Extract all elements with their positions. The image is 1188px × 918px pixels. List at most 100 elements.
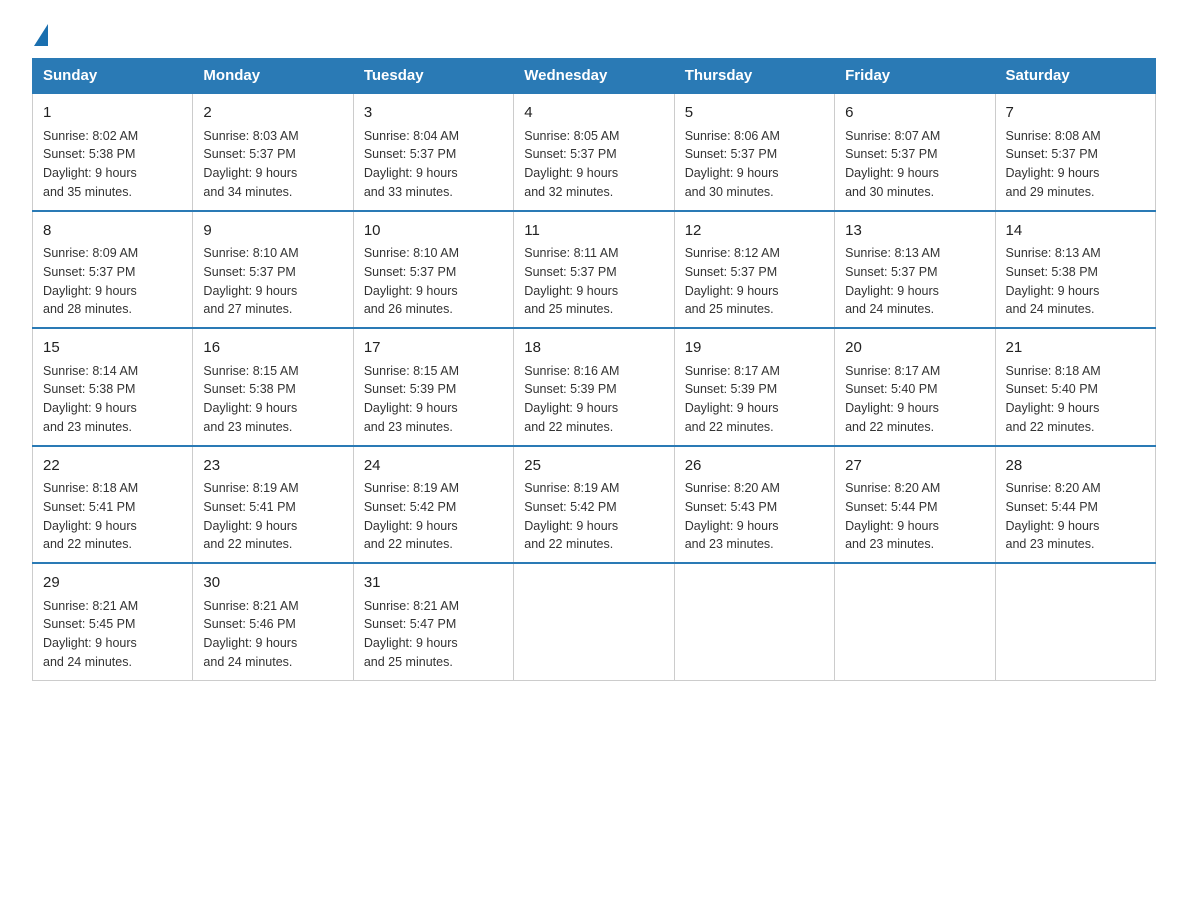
calendar-cell: 19Sunrise: 8:17 AMSunset: 5:39 PMDayligh… [674, 328, 834, 446]
day-info: Sunrise: 8:04 AMSunset: 5:37 PMDaylight:… [364, 127, 503, 202]
calendar-cell: 12Sunrise: 8:12 AMSunset: 5:37 PMDayligh… [674, 211, 834, 329]
day-number: 27 [845, 455, 984, 478]
calendar-cell: 23Sunrise: 8:19 AMSunset: 5:41 PMDayligh… [193, 446, 353, 564]
day-info: Sunrise: 8:03 AMSunset: 5:37 PMDaylight:… [203, 127, 342, 202]
day-info: Sunrise: 8:17 AMSunset: 5:39 PMDaylight:… [685, 362, 824, 437]
calendar-cell: 11Sunrise: 8:11 AMSunset: 5:37 PMDayligh… [514, 211, 674, 329]
page-header [32, 24, 1156, 38]
day-number: 9 [203, 220, 342, 243]
day-info: Sunrise: 8:20 AMSunset: 5:43 PMDaylight:… [685, 479, 824, 554]
day-info: Sunrise: 8:21 AMSunset: 5:46 PMDaylight:… [203, 597, 342, 672]
day-info: Sunrise: 8:17 AMSunset: 5:40 PMDaylight:… [845, 362, 984, 437]
day-number: 29 [43, 572, 182, 595]
day-number: 25 [524, 455, 663, 478]
calendar-week-row: 8Sunrise: 8:09 AMSunset: 5:37 PMDaylight… [33, 211, 1156, 329]
calendar-cell [514, 563, 674, 680]
day-number: 12 [685, 220, 824, 243]
day-number: 24 [364, 455, 503, 478]
logo-triangle-icon [34, 24, 48, 46]
header-wednesday: Wednesday [514, 59, 674, 94]
day-number: 7 [1006, 102, 1145, 125]
calendar-cell: 18Sunrise: 8:16 AMSunset: 5:39 PMDayligh… [514, 328, 674, 446]
day-info: Sunrise: 8:15 AMSunset: 5:39 PMDaylight:… [364, 362, 503, 437]
calendar-cell: 2Sunrise: 8:03 AMSunset: 5:37 PMDaylight… [193, 93, 353, 211]
logo [32, 24, 48, 38]
day-info: Sunrise: 8:19 AMSunset: 5:41 PMDaylight:… [203, 479, 342, 554]
day-info: Sunrise: 8:19 AMSunset: 5:42 PMDaylight:… [364, 479, 503, 554]
calendar-cell [995, 563, 1155, 680]
day-number: 1 [43, 102, 182, 125]
day-info: Sunrise: 8:18 AMSunset: 5:40 PMDaylight:… [1006, 362, 1145, 437]
calendar-cell: 10Sunrise: 8:10 AMSunset: 5:37 PMDayligh… [353, 211, 513, 329]
day-info: Sunrise: 8:14 AMSunset: 5:38 PMDaylight:… [43, 362, 182, 437]
day-info: Sunrise: 8:10 AMSunset: 5:37 PMDaylight:… [203, 244, 342, 319]
header-friday: Friday [835, 59, 995, 94]
calendar-cell: 9Sunrise: 8:10 AMSunset: 5:37 PMDaylight… [193, 211, 353, 329]
calendar-cell: 29Sunrise: 8:21 AMSunset: 5:45 PMDayligh… [33, 563, 193, 680]
day-number: 20 [845, 337, 984, 360]
day-number: 23 [203, 455, 342, 478]
day-info: Sunrise: 8:21 AMSunset: 5:47 PMDaylight:… [364, 597, 503, 672]
day-number: 17 [364, 337, 503, 360]
calendar-cell: 6Sunrise: 8:07 AMSunset: 5:37 PMDaylight… [835, 93, 995, 211]
calendar-week-row: 22Sunrise: 8:18 AMSunset: 5:41 PMDayligh… [33, 446, 1156, 564]
calendar-cell: 17Sunrise: 8:15 AMSunset: 5:39 PMDayligh… [353, 328, 513, 446]
day-info: Sunrise: 8:08 AMSunset: 5:37 PMDaylight:… [1006, 127, 1145, 202]
header-saturday: Saturday [995, 59, 1155, 94]
header-monday: Monday [193, 59, 353, 94]
day-info: Sunrise: 8:02 AMSunset: 5:38 PMDaylight:… [43, 127, 182, 202]
day-number: 3 [364, 102, 503, 125]
day-info: Sunrise: 8:06 AMSunset: 5:37 PMDaylight:… [685, 127, 824, 202]
calendar-table: SundayMondayTuesdayWednesdayThursdayFrid… [32, 58, 1156, 681]
calendar-cell: 25Sunrise: 8:19 AMSunset: 5:42 PMDayligh… [514, 446, 674, 564]
day-number: 11 [524, 220, 663, 243]
day-number: 28 [1006, 455, 1145, 478]
day-number: 21 [1006, 337, 1145, 360]
calendar-cell: 8Sunrise: 8:09 AMSunset: 5:37 PMDaylight… [33, 211, 193, 329]
calendar-cell: 1Sunrise: 8:02 AMSunset: 5:38 PMDaylight… [33, 93, 193, 211]
day-number: 6 [845, 102, 984, 125]
calendar-cell: 16Sunrise: 8:15 AMSunset: 5:38 PMDayligh… [193, 328, 353, 446]
day-number: 15 [43, 337, 182, 360]
header-thursday: Thursday [674, 59, 834, 94]
calendar-cell: 20Sunrise: 8:17 AMSunset: 5:40 PMDayligh… [835, 328, 995, 446]
day-info: Sunrise: 8:16 AMSunset: 5:39 PMDaylight:… [524, 362, 663, 437]
header-sunday: Sunday [33, 59, 193, 94]
calendar-cell: 3Sunrise: 8:04 AMSunset: 5:37 PMDaylight… [353, 93, 513, 211]
day-info: Sunrise: 8:13 AMSunset: 5:38 PMDaylight:… [1006, 244, 1145, 319]
day-info: Sunrise: 8:19 AMSunset: 5:42 PMDaylight:… [524, 479, 663, 554]
day-info: Sunrise: 8:18 AMSunset: 5:41 PMDaylight:… [43, 479, 182, 554]
calendar-cell: 4Sunrise: 8:05 AMSunset: 5:37 PMDaylight… [514, 93, 674, 211]
day-info: Sunrise: 8:13 AMSunset: 5:37 PMDaylight:… [845, 244, 984, 319]
calendar-cell: 26Sunrise: 8:20 AMSunset: 5:43 PMDayligh… [674, 446, 834, 564]
day-info: Sunrise: 8:05 AMSunset: 5:37 PMDaylight:… [524, 127, 663, 202]
calendar-cell: 7Sunrise: 8:08 AMSunset: 5:37 PMDaylight… [995, 93, 1155, 211]
day-number: 13 [845, 220, 984, 243]
calendar-cell [835, 563, 995, 680]
calendar-cell [674, 563, 834, 680]
calendar-cell: 13Sunrise: 8:13 AMSunset: 5:37 PMDayligh… [835, 211, 995, 329]
day-number: 31 [364, 572, 503, 595]
day-number: 30 [203, 572, 342, 595]
day-number: 5 [685, 102, 824, 125]
day-info: Sunrise: 8:11 AMSunset: 5:37 PMDaylight:… [524, 244, 663, 319]
calendar-cell: 30Sunrise: 8:21 AMSunset: 5:46 PMDayligh… [193, 563, 353, 680]
calendar-cell: 5Sunrise: 8:06 AMSunset: 5:37 PMDaylight… [674, 93, 834, 211]
day-info: Sunrise: 8:12 AMSunset: 5:37 PMDaylight:… [685, 244, 824, 319]
day-info: Sunrise: 8:09 AMSunset: 5:37 PMDaylight:… [43, 244, 182, 319]
day-number: 26 [685, 455, 824, 478]
day-info: Sunrise: 8:07 AMSunset: 5:37 PMDaylight:… [845, 127, 984, 202]
day-number: 19 [685, 337, 824, 360]
day-number: 10 [364, 220, 503, 243]
day-number: 16 [203, 337, 342, 360]
day-number: 8 [43, 220, 182, 243]
calendar-cell: 15Sunrise: 8:14 AMSunset: 5:38 PMDayligh… [33, 328, 193, 446]
day-number: 2 [203, 102, 342, 125]
calendar-header-row: SundayMondayTuesdayWednesdayThursdayFrid… [33, 59, 1156, 94]
day-info: Sunrise: 8:15 AMSunset: 5:38 PMDaylight:… [203, 362, 342, 437]
calendar-week-row: 29Sunrise: 8:21 AMSunset: 5:45 PMDayligh… [33, 563, 1156, 680]
calendar-cell: 21Sunrise: 8:18 AMSunset: 5:40 PMDayligh… [995, 328, 1155, 446]
calendar-cell: 27Sunrise: 8:20 AMSunset: 5:44 PMDayligh… [835, 446, 995, 564]
calendar-cell: 28Sunrise: 8:20 AMSunset: 5:44 PMDayligh… [995, 446, 1155, 564]
day-number: 4 [524, 102, 663, 125]
